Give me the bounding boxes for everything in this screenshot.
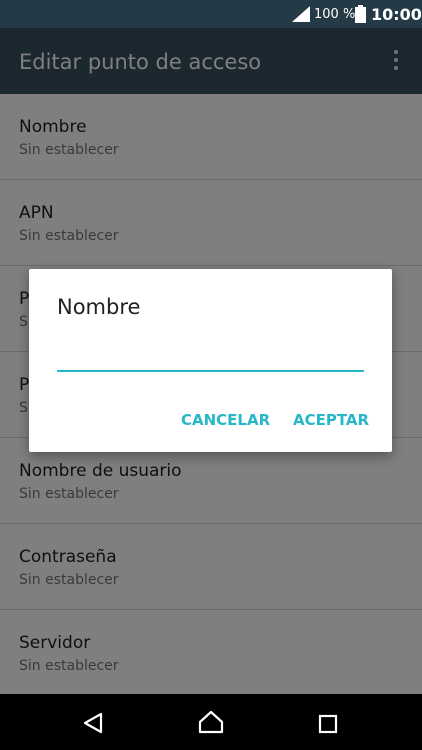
battery-percent: 100 % xyxy=(314,7,356,22)
name-dialog: Nombre CANCELAR ACEPTAR xyxy=(29,269,392,452)
recents-square-icon[interactable] xyxy=(318,714,338,739)
back-triangle-icon[interactable] xyxy=(83,712,103,739)
accept-button[interactable]: ACEPTAR xyxy=(293,411,369,429)
status-time: 10:00 xyxy=(371,5,422,24)
status-bar: 100 % 10:00 xyxy=(0,0,422,28)
dialog-title: Nombre xyxy=(57,295,141,319)
home-icon[interactable] xyxy=(198,710,224,739)
battery-full-icon xyxy=(355,5,366,28)
input-underline xyxy=(57,370,364,372)
cancel-button[interactable]: CANCELAR xyxy=(181,411,270,429)
signal-bars-icon xyxy=(292,6,310,27)
navigation-bar xyxy=(0,694,422,750)
